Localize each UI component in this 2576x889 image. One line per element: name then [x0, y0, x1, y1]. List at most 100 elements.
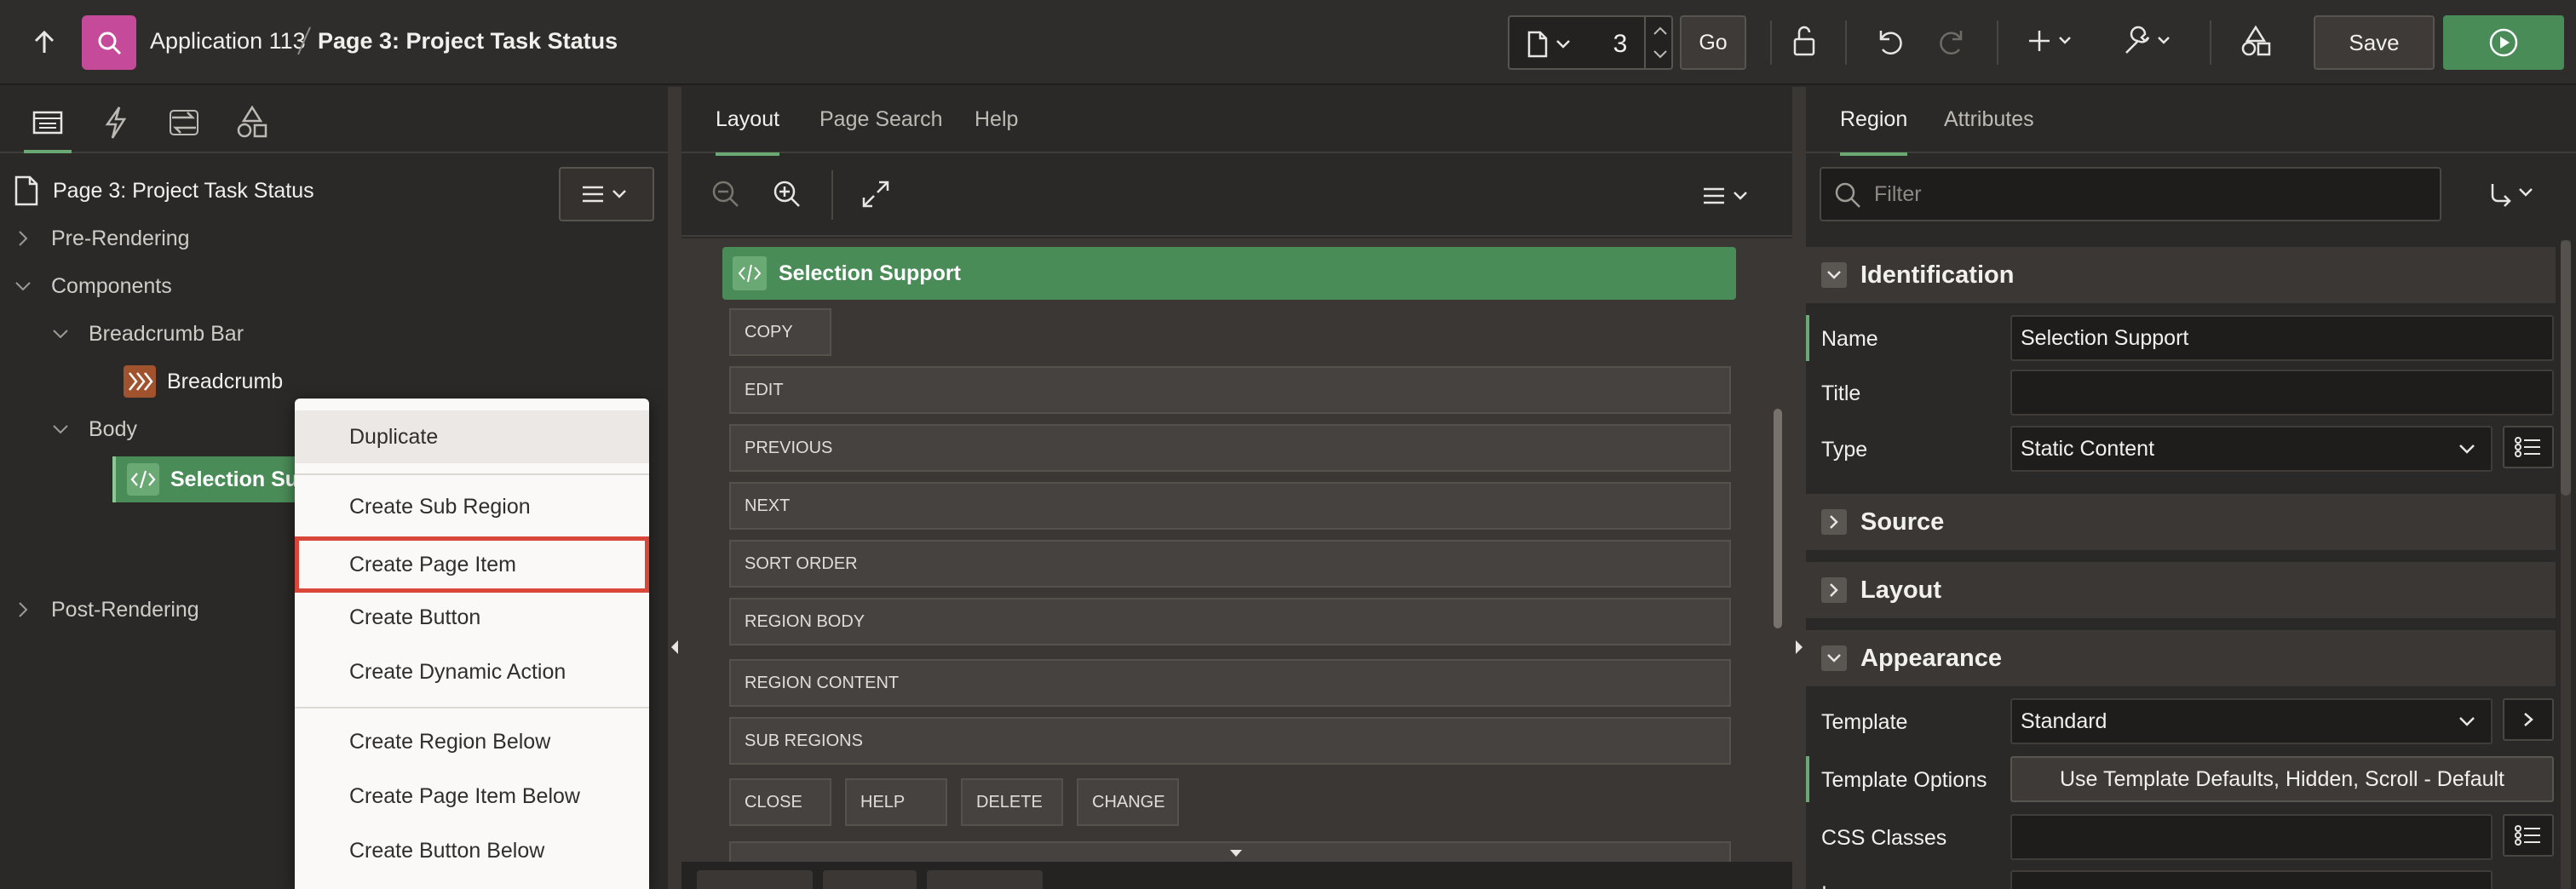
group-identification[interactable]: Identification	[1806, 247, 2556, 303]
slot-copy[interactable]: COPY	[729, 308, 831, 356]
go-button[interactable]: Go	[1680, 15, 1746, 70]
scrollbar-thumb[interactable]	[2561, 240, 2571, 496]
tree-menu-button[interactable]	[559, 167, 654, 221]
tab-page-search[interactable]: Page Search	[819, 107, 943, 132]
plus-icon[interactable]	[2027, 24, 2079, 58]
menu-item-create-region-below[interactable]: Create Region Below	[295, 715, 649, 768]
list-details-button[interactable]	[2503, 426, 2554, 468]
chevron-down-icon[interactable]	[1821, 262, 1847, 288]
page-number-input[interactable]: 3	[1603, 30, 1637, 59]
tree-node-post-rendering[interactable]: Post-Rendering	[14, 593, 199, 627]
group-title: Identification	[1860, 261, 2015, 289]
menu-item-create-button[interactable]: Create Button	[295, 591, 649, 644]
app-name-link[interactable]: Application 113	[150, 28, 306, 54]
tree-node-components[interactable]: Components	[14, 269, 172, 303]
right-splitter[interactable]	[1792, 87, 1806, 889]
menu-item-create-sub-region[interactable]: Create Sub Region	[295, 480, 649, 533]
run-page-button[interactable]	[2443, 15, 2564, 70]
left-splitter[interactable]	[668, 87, 681, 889]
canvas-scrollbar[interactable]	[1774, 409, 1782, 628]
menu-icon[interactable]	[1700, 181, 1751, 211]
slot-change[interactable]: CHANGE	[1077, 778, 1179, 826]
redo-icon[interactable]	[1935, 24, 1969, 58]
wrench-icon[interactable]	[2121, 24, 2176, 58]
slot-previous[interactable]: PREVIOUS	[729, 424, 1731, 472]
tab-layout[interactable]: Layout	[716, 107, 780, 156]
group-appearance[interactable]: Appearance	[1806, 630, 2556, 686]
page-selector[interactable]: 3	[1508, 15, 1673, 70]
chevron-down-icon[interactable]	[1821, 645, 1847, 671]
menu-item-create-page-item[interactable]: Create Page Item	[295, 536, 649, 593]
slot-close[interactable]: CLOSE	[729, 778, 831, 826]
gallery-tab[interactable]	[927, 870, 1043, 889]
chevron-down-icon[interactable]	[1555, 39, 1571, 49]
tree-node-breadcrumb[interactable]: Breadcrumb	[123, 364, 283, 399]
lightning-icon[interactable]	[97, 104, 135, 141]
property-filter[interactable]	[1820, 167, 2441, 221]
slot-region-content[interactable]: REGION CONTENT	[729, 659, 1731, 707]
shapes-icon[interactable]	[2239, 24, 2273, 58]
caret-right-icon[interactable]	[1795, 639, 1803, 656]
menu-item-create-button-below[interactable]: Create Button Below	[295, 824, 649, 877]
title-input[interactable]	[2010, 370, 2554, 416]
slot-sort-order[interactable]: SORT ORDER	[729, 540, 1731, 588]
lock-icon[interactable]	[1787, 22, 1821, 60]
caret-down-icon[interactable]	[1228, 848, 1244, 858]
template-select[interactable]: Standard	[2010, 698, 2493, 744]
rendering-icon[interactable]	[24, 104, 72, 153]
app-icon[interactable]	[82, 15, 136, 70]
zoom-in-icon[interactable]	[770, 177, 804, 211]
menu-item-duplicate[interactable]: Duplicate	[295, 410, 649, 463]
chevron-down-icon[interactable]	[51, 420, 70, 439]
slot-sub-regions[interactable]: SUB REGIONS	[729, 717, 1731, 765]
slot-help[interactable]: HELP	[845, 778, 947, 826]
filter-input[interactable]	[1874, 177, 2419, 211]
tab-region[interactable]: Region	[1840, 107, 1908, 156]
chevron-right-icon[interactable]	[1821, 509, 1847, 535]
chevron-right-icon[interactable]	[14, 600, 32, 619]
expand-icon[interactable]	[859, 177, 893, 211]
slot-edit[interactable]: EDIT	[729, 366, 1731, 414]
tree-root-page[interactable]: Page 3: Project Task Status	[14, 175, 314, 206]
icon-input[interactable]	[2010, 870, 2493, 889]
template-go-button[interactable]	[2503, 698, 2554, 741]
layout-canvas[interactable]: Selection Support COPY EDIT PREVIOUS NEX…	[681, 238, 1792, 862]
chevron-down-icon[interactable]	[14, 277, 32, 295]
go-to-icon[interactable]	[2487, 179, 2539, 209]
template-options-button[interactable]: Use Template Defaults, Hidden, Scroll - …	[2010, 756, 2554, 802]
gallery-tab[interactable]	[697, 870, 813, 889]
page-number-spinner[interactable]	[1644, 17, 1673, 68]
type-select[interactable]: Static Content	[2010, 426, 2493, 472]
menu-item-create-page-item-below[interactable]: Create Page Item Below	[295, 770, 649, 823]
property-scrollbar[interactable]	[2561, 240, 2571, 889]
processing-icon[interactable]	[165, 104, 203, 141]
undo-icon[interactable]	[1872, 24, 1906, 58]
chevron-down-icon[interactable]	[51, 324, 70, 343]
menu-item-create-dynamic-action[interactable]: Create Dynamic Action	[295, 645, 649, 698]
save-button[interactable]: Save	[2314, 15, 2435, 70]
chevron-right-icon[interactable]	[1821, 577, 1847, 603]
tree-node-label: Body	[89, 416, 137, 441]
css-classes-list-button[interactable]	[2503, 814, 2554, 857]
slot-region-body[interactable]: REGION BODY	[729, 598, 1731, 645]
type-value: Static Content	[2021, 436, 2155, 461]
gallery-tab[interactable]	[823, 870, 917, 889]
group-layout[interactable]: Layout	[1806, 562, 2556, 618]
slot-delete[interactable]: DELETE	[961, 778, 1063, 826]
chevron-right-icon[interactable]	[14, 229, 32, 248]
name-input[interactable]: Selection Support	[2010, 315, 2554, 361]
tree-node-body[interactable]: Body	[51, 412, 137, 446]
tab-attributes[interactable]: Attributes	[1944, 107, 2034, 132]
tree-node-selection-support[interactable]: Selection Support	[112, 456, 353, 502]
tree-node-breadcrumb-bar[interactable]: Breadcrumb Bar	[51, 317, 244, 351]
css-classes-input[interactable]	[2010, 814, 2493, 860]
arrow-up-icon[interactable]	[27, 26, 61, 60]
shared-components-icon[interactable]	[233, 104, 271, 141]
group-source[interactable]: Source	[1806, 494, 2556, 550]
caret-left-icon[interactable]	[670, 639, 679, 656]
tree-node-pre-rendering[interactable]: Pre-Rendering	[14, 221, 190, 255]
region-selection-support[interactable]: Selection Support	[722, 247, 1736, 300]
tab-help[interactable]: Help	[975, 107, 1018, 132]
zoom-out-icon[interactable]	[709, 177, 743, 211]
slot-next[interactable]: NEXT	[729, 482, 1731, 530]
